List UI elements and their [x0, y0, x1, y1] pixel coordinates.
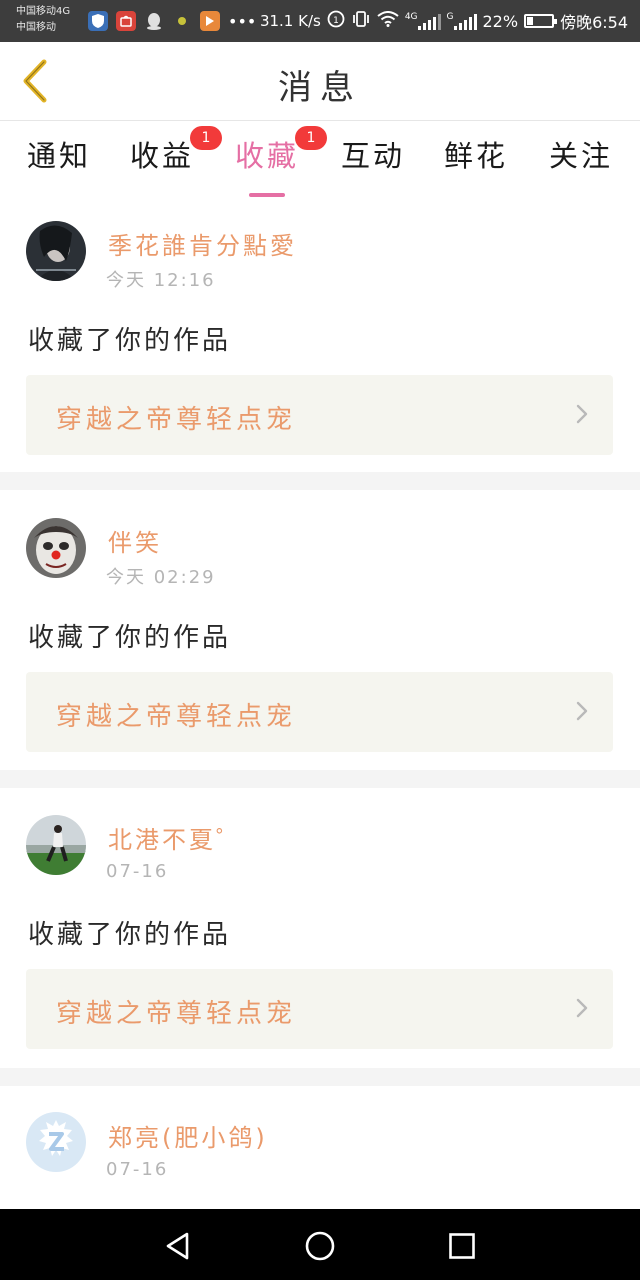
- tab-favorites[interactable]: 收藏 1: [217, 126, 327, 197]
- wifi-icon: [377, 11, 399, 31]
- timestamp: 07-16: [106, 1159, 169, 1180]
- net-speed: 31.1 K/s: [259, 12, 321, 30]
- network-type: 4G: [404, 12, 418, 22]
- qq-icon: [144, 11, 164, 31]
- username[interactable]: 伴笑: [108, 523, 162, 558]
- timestamp: 07-16: [106, 861, 169, 882]
- chevron-right-icon: [576, 998, 588, 1018]
- work-link[interactable]: 穿越之帝尊轻点宠: [26, 969, 613, 1049]
- work-title: 穿越之帝尊轻点宠: [56, 702, 297, 732]
- avatar[interactable]: [26, 1112, 86, 1172]
- tab-label: 通知: [26, 139, 91, 173]
- video-app-icon: [200, 11, 220, 31]
- tab-bar: 通知 收益 1 收藏 1 互动 鲜花 关注: [0, 121, 640, 199]
- nav-recents-button[interactable]: [442, 1226, 482, 1266]
- avatar[interactable]: [26, 518, 86, 578]
- divider: [0, 770, 640, 788]
- timestamp: 今天 02:29: [106, 567, 216, 588]
- clock: 傍晚6:54: [560, 13, 628, 32]
- triangle-back-icon: [166, 1232, 189, 1260]
- data-saver-icon: 1: [327, 10, 345, 32]
- nav-home-button[interactable]: [300, 1226, 340, 1266]
- carrier-info: 中国移动4G 中国移动: [16, 4, 70, 36]
- system-nav-bar: [0, 1209, 640, 1280]
- svg-text:1: 1: [333, 16, 339, 26]
- work-link[interactable]: 穿越之帝尊轻点宠: [26, 375, 613, 455]
- carrier-2: 中国移动: [16, 22, 56, 33]
- username[interactable]: 季花誰肯分點愛: [108, 226, 297, 261]
- signal-type: G: [446, 12, 454, 22]
- battery-icon: [524, 14, 558, 28]
- tab-label: 收益: [129, 139, 194, 173]
- list-item: 北港不夏゜ 07-16 收藏了你的作品 穿越之帝尊轻点宠: [0, 788, 640, 1068]
- action-text: 收藏了你的作品: [28, 326, 232, 356]
- header: 消息: [0, 42, 640, 121]
- dot-app-icon: [172, 11, 192, 31]
- tab-interaction[interactable]: 互动: [323, 133, 423, 195]
- tab-label: 关注: [548, 139, 613, 173]
- more-icon: •••: [228, 11, 257, 31]
- chevron-right-icon: [576, 701, 588, 721]
- status-right: 31.1 K/s 1 4G G 22% 傍晚6:54: [260, 0, 628, 42]
- list-item: 郑亮(肥小鸽) 07-16: [0, 1086, 640, 1209]
- chevron-right-icon: [576, 404, 588, 424]
- tab-earnings[interactable]: 收益 1: [112, 126, 222, 195]
- tab-label: 收藏: [234, 139, 299, 173]
- nav-back-button[interactable]: [158, 1226, 198, 1266]
- work-title: 穿越之帝尊轻点宠: [56, 405, 297, 435]
- tab-label: 互动: [340, 139, 405, 173]
- status-bar: 中国移动4G 中国移动 ••• 31.1 K/s 1 4G G 22% 傍晚6:…: [0, 0, 640, 42]
- messages-screen: 中国移动4G 中国移动 ••• 31.1 K/s 1 4G G 22% 傍晚6:…: [0, 0, 640, 1280]
- vibrate-icon: [351, 10, 371, 32]
- tab-notice[interactable]: 通知: [9, 133, 109, 195]
- circle-home-icon: [305, 1231, 335, 1261]
- signal-4g-icon: 4G: [405, 12, 441, 30]
- tab-following[interactable]: 关注: [531, 133, 631, 195]
- list-item: 季花誰肯分點愛 今天 12:16 收藏了你的作品 穿越之帝尊轻点宠: [0, 200, 640, 472]
- tab-label: 鲜花: [443, 139, 508, 173]
- battery-percent: 22%: [482, 11, 519, 31]
- tab-flowers[interactable]: 鲜花: [426, 133, 526, 195]
- username[interactable]: 北港不夏゜: [108, 820, 243, 855]
- divider: [0, 472, 640, 490]
- avatar[interactable]: [26, 221, 86, 281]
- work-title: 穿越之帝尊轻点宠: [56, 999, 297, 1029]
- carrier-1: 中国移动4G: [16, 6, 71, 17]
- username[interactable]: 郑亮(肥小鸽): [108, 1118, 268, 1153]
- avatar[interactable]: [26, 815, 86, 875]
- signal-g-icon: G: [447, 12, 477, 30]
- action-text: 收藏了你的作品: [28, 623, 232, 653]
- action-text: 收藏了你的作品: [28, 920, 232, 950]
- square-recents-icon: [449, 1233, 475, 1259]
- divider: [0, 1068, 640, 1086]
- huawei-app-icon: [116, 11, 136, 31]
- timestamp: 今天 12:16: [106, 270, 216, 291]
- notification-icons: •••: [88, 11, 256, 31]
- work-link[interactable]: 穿越之帝尊轻点宠: [26, 672, 613, 752]
- page-title: 消息: [278, 68, 362, 108]
- active-tab-indicator: [249, 193, 285, 197]
- list-item: 伴笑 今天 02:29 收藏了你的作品 穿越之帝尊轻点宠: [0, 490, 640, 770]
- shield-app-icon: [88, 11, 108, 31]
